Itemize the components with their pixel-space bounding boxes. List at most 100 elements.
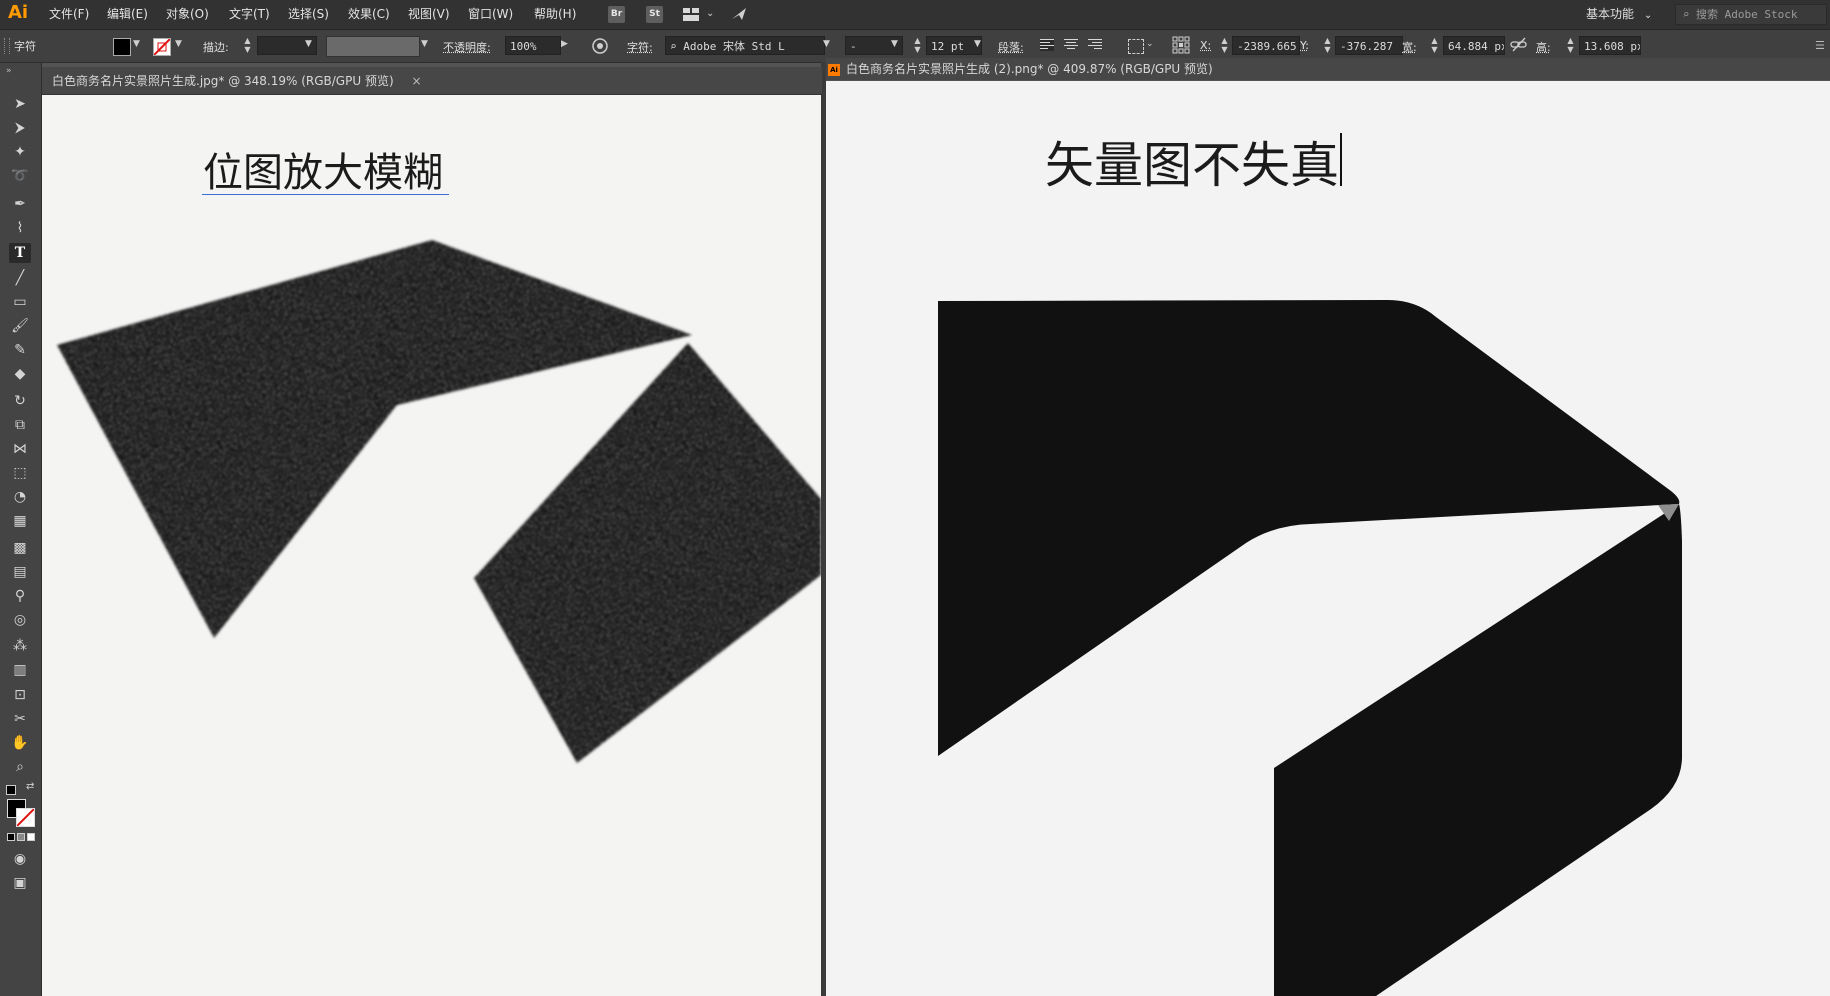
chevron-down-icon[interactable]: ⌄ [1146,39,1154,49]
chevron-down-icon[interactable]: ▼ [823,39,830,49]
width-label[interactable]: 宽: [1402,39,1417,55]
default-colors-icon[interactable] [6,785,16,795]
x-stepper[interactable]: ▲ ▼ [1220,36,1229,55]
type-tool-icon[interactable]: T [9,243,31,263]
symbol-sprayer-tool-icon[interactable]: ⁂ [9,636,31,656]
menu-object[interactable]: 对象(O) [166,6,209,23]
artboard-tool-icon[interactable]: ⊡ [9,685,31,705]
height-stepper[interactable]: ▲ ▼ [1566,36,1575,55]
canvas-label-vector[interactable]: 矢量图不失真 [1045,126,1339,197]
direct-selection-tool-icon[interactable]: ⮞ [9,118,31,138]
canvas-bitmap[interactable]: 位图放大模糊 [42,95,821,996]
variable-width-profile[interactable] [326,36,420,57]
chevron-down-icon[interactable]: ▼ [421,39,428,49]
align-center-icon[interactable] [1064,39,1078,51]
chevron-down-icon[interactable]: ▼ [891,39,898,49]
chevron-down-icon[interactable]: ▼ [974,39,981,49]
width-tool-icon[interactable]: ⋈ [9,439,31,459]
opacity-label[interactable]: 不透明度: [443,39,491,55]
selection-tool-icon[interactable]: ➤ [9,94,31,114]
free-transform-tool-icon[interactable]: ⬚ [9,463,31,483]
align-right-icon[interactable] [1088,39,1102,51]
width-stepper[interactable]: ▲ ▼ [1430,36,1439,55]
menu-effect[interactable]: 效果(C) [348,6,390,23]
rotate-tool-icon[interactable]: ↻ [9,391,31,411]
screen-mode-icon[interactable]: ▣ [9,873,31,893]
chevron-down-icon[interactable]: ▼ [305,39,312,49]
close-icon[interactable]: × [411,74,421,88]
panel-menu-icon[interactable]: ☰ [1815,39,1825,52]
font-family-field[interactable]: ⌕ Adobe 宋体 Std L [665,36,825,55]
eraser-tool-icon[interactable]: ◆ [9,364,31,384]
stroke-color-swatch[interactable] [16,808,35,827]
menu-select[interactable]: 选择(S) [288,6,329,23]
height-field[interactable]: 13.608 px [1579,36,1641,55]
paintbrush-tool-icon[interactable]: 🖌 [9,316,31,336]
panel-grip-icon [4,38,10,54]
pen-tool-icon[interactable]: ✒ [9,194,31,214]
menu-edit[interactable]: 编辑(E) [107,6,148,23]
align-left-icon[interactable] [1040,39,1054,51]
gradient-tool-icon[interactable]: ▤ [9,562,31,582]
constrain-proportions-icon[interactable] [1510,37,1528,53]
eyedropper-tool-icon[interactable]: ⚲ [9,586,31,606]
magic-wand-tool-icon[interactable]: ✦ [9,142,31,162]
bridge-button[interactable]: Br [608,6,625,23]
shape-builder-tool-icon[interactable]: ◔ [9,487,31,507]
recolor-icon[interactable] [591,37,609,55]
canvas-vector[interactable]: 矢量图不失真 [826,81,1830,996]
panel-collapse-icon[interactable]: » [6,66,12,76]
chevron-down-icon[interactable]: ⌄ [706,8,714,19]
chevron-down-icon[interactable]: ▼ [133,39,140,49]
paragraph-label[interactable]: 段落: [998,39,1024,55]
perspective-grid-tool-icon[interactable]: ▦ [9,511,31,531]
menu-type[interactable]: 文字(T) [229,6,270,23]
menu-file[interactable]: 文件(F) [49,6,89,23]
width-field[interactable]: 64.884 px [1443,36,1505,55]
document-tab-right[interactable]: Ai 白色商务名片实景照片生成 (2).png* @ 409.87% (RGB/G… [828,58,1213,80]
menu-window[interactable]: 窗口(W) [468,6,513,23]
reference-point-icon[interactable] [1172,36,1190,54]
blend-tool-icon[interactable]: ◎ [9,610,31,630]
stroke-weight-stepper[interactable]: ▲ ▼ [243,36,252,55]
swap-colors-icon[interactable]: ⇄ [26,781,34,792]
scale-tool-icon[interactable]: ⧉ [9,415,31,435]
x-field[interactable]: -2389.665 [1232,36,1300,55]
canvas-label-bitmap[interactable]: 位图放大模糊 [203,140,443,198]
ai-file-icon: Ai [828,63,840,76]
workspace-switcher[interactable]: 基本功能 ⌄ [1586,5,1652,22]
slice-tool-icon[interactable]: ✂ [9,709,31,729]
font-size-stepper[interactable]: ▲ ▼ [913,36,922,55]
zoom-tool-icon[interactable]: ⌕ [9,757,31,777]
hand-tool-icon[interactable]: ✋ [9,733,31,753]
height-label[interactable]: 高: [1536,39,1551,55]
color-mode-icon[interactable] [7,833,35,841]
rectangle-tool-icon[interactable]: ▭ [9,292,31,312]
lasso-tool-icon[interactable]: ➰ [9,166,31,186]
y-label[interactable]: Y: [1300,39,1309,52]
curvature-tool-icon[interactable]: ⌇ [9,218,31,238]
stock-button[interactable]: St [646,6,663,23]
menu-help[interactable]: 帮助(H) [534,6,576,23]
stroke-swatch[interactable] [153,38,171,56]
opacity-field[interactable]: 100% [505,36,561,55]
y-field[interactable]: -376.287 [1335,36,1403,55]
mesh-tool-icon[interactable]: ▩ [9,538,31,558]
line-tool-icon[interactable]: ╱ [9,268,31,288]
gpu-performance-icon[interactable] [730,5,750,23]
stock-search-input[interactable]: ⌕ 搜索 Adobe Stock [1675,4,1827,25]
x-label[interactable]: X: [1200,39,1211,52]
document-tab-left[interactable]: 白色商务名片实景照片生成.jpg* @ 348.19% (RGB/GPU 预览)… [52,70,422,92]
fill-swatch[interactable] [113,38,131,56]
transform-bounds-icon[interactable] [1128,39,1144,54]
chevron-right-icon[interactable]: ▶ [561,39,568,49]
drawing-mode-icon[interactable]: ◉ [9,849,31,869]
chevron-down-icon: ⌄ [1643,10,1653,21]
shaper-tool-icon[interactable]: ✎ [9,340,31,360]
column-graph-tool-icon[interactable]: ▥ [9,660,31,680]
menu-view[interactable]: 视图(V) [408,6,450,23]
arrange-documents-icon[interactable] [683,8,699,21]
character-label[interactable]: 字符: [627,39,653,55]
chevron-down-icon[interactable]: ▼ [175,39,182,49]
y-stepper[interactable]: ▲ ▼ [1323,36,1332,55]
